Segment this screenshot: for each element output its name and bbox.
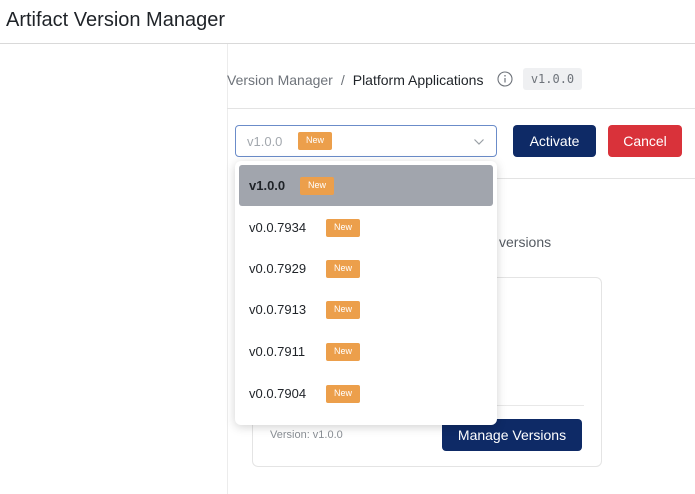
title-bar: Artifact Version Manager <box>0 0 695 44</box>
toolbar-divider <box>497 178 695 179</box>
dropdown-option[interactable]: v1.0.0 New <box>239 165 493 206</box>
activate-button[interactable]: Activate <box>513 125 596 157</box>
dropdown-option[interactable]: v0.0.7929 New <box>239 248 493 289</box>
cancel-button[interactable]: Cancel <box>608 125 682 157</box>
chevron-down-icon[interactable] <box>473 135 485 147</box>
versions-text: versions <box>499 234 552 250</box>
new-badge: New <box>298 132 333 150</box>
option-label: v0.0.7911 <box>249 344 306 359</box>
breadcrumb: Version Manager / Platform Applications <box>227 70 483 90</box>
version-dropdown-menu: v1.0.0 New v0.0.7934 New v0.0.7929 New v… <box>235 161 497 425</box>
dropdown-option[interactable]: v0.0.7934 New <box>239 207 493 248</box>
breadcrumb-separator: / <box>340 72 345 88</box>
app-title: Artifact Version Manager <box>6 9 225 31</box>
option-label: v0.0.7913 <box>249 302 307 317</box>
breadcrumb-root-link[interactable]: Version Manager <box>227 72 333 88</box>
version-select[interactable]: v1.0.0 New <box>235 125 497 157</box>
new-badge: New <box>300 176 335 195</box>
dropdown-option[interactable]: v0.0.7913 New <box>239 289 493 330</box>
new-badge: New <box>326 342 361 361</box>
info-icon[interactable] <box>497 71 513 87</box>
dropdown-option[interactable]: v0.0.7904 New <box>239 373 493 414</box>
option-label: v0.0.7904 <box>249 386 307 401</box>
option-label: v0.0.7934 <box>249 220 307 235</box>
new-badge: New <box>326 300 361 319</box>
option-label: v0.0.7929 <box>249 261 307 276</box>
dropdown-option[interactable]: v0.0.7911 New <box>239 331 493 372</box>
new-badge: New <box>326 218 361 237</box>
header-divider <box>227 108 695 109</box>
new-badge: New <box>326 384 361 403</box>
current-version-chip: v1.0.0 <box>523 68 582 90</box>
breadcrumb-current: Platform Applications <box>352 72 484 88</box>
card-version-text: Version: v1.0.0 <box>270 429 343 441</box>
option-label: v1.0.0 <box>249 178 286 193</box>
sidebar-divider <box>227 44 228 494</box>
version-select-value: v1.0.0 <box>247 134 283 149</box>
new-badge: New <box>326 259 361 278</box>
